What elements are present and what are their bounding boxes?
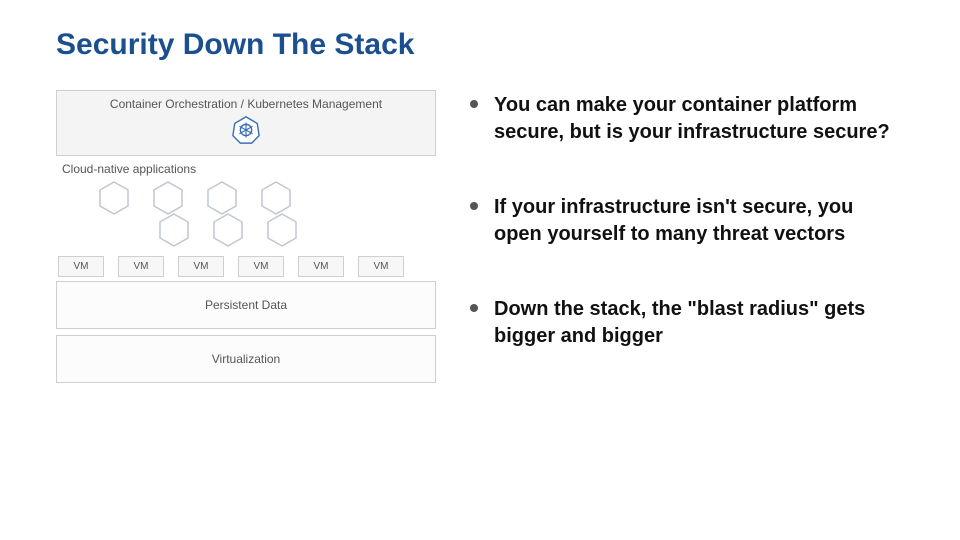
- vm-box: VM: [118, 256, 164, 277]
- persistent-data-layer: Persistent Data: [56, 281, 436, 329]
- vm-box: VM: [358, 256, 404, 277]
- cloud-native-label: Cloud-native applications: [62, 162, 436, 176]
- bullet-icon: [470, 304, 478, 312]
- orchestration-layer: Container Orchestration / Kubernetes Man…: [56, 90, 436, 156]
- vm-box: VM: [298, 256, 344, 277]
- kubernetes-icon: [231, 115, 261, 145]
- bullet-text: If your infrastructure isn't secure, you…: [494, 194, 904, 248]
- vm-box: VM: [238, 256, 284, 277]
- hexagon-icon: [264, 212, 300, 248]
- list-item: You can make your container platform sec…: [470, 92, 904, 146]
- slide-content: Container Orchestration / Kubernetes Man…: [56, 90, 904, 398]
- slide: Security Down The Stack Container Orches…: [0, 0, 960, 418]
- orchestration-label: Container Orchestration / Kubernetes Man…: [67, 97, 425, 111]
- virtualization-layer: Virtualization: [56, 335, 436, 383]
- bullet-list: You can make your container platform sec…: [470, 90, 904, 398]
- bullet-icon: [470, 100, 478, 108]
- hexagon-icon: [96, 180, 132, 216]
- hexagon-icon: [258, 180, 294, 216]
- hexagon-icon: [204, 180, 240, 216]
- slide-title: Security Down The Stack: [56, 28, 904, 62]
- bullet-text: Down the stack, the "blast radius" gets …: [494, 296, 904, 350]
- stack-diagram: Container Orchestration / Kubernetes Man…: [56, 90, 436, 398]
- hexagon-icon: [156, 212, 192, 248]
- list-item: Down the stack, the "blast radius" gets …: [470, 296, 904, 350]
- vm-row: VM VM VM VM VM VM: [56, 256, 436, 277]
- vm-box: VM: [178, 256, 224, 277]
- list-item: If your infrastructure isn't secure, you…: [470, 194, 904, 248]
- bullet-text: You can make your container platform sec…: [494, 92, 904, 146]
- bullet-icon: [470, 202, 478, 210]
- vm-box: VM: [58, 256, 104, 277]
- hex-row-top: [96, 180, 436, 216]
- hexagon-icon: [210, 212, 246, 248]
- hex-row-bottom: [156, 212, 436, 248]
- hexagon-icon: [150, 180, 186, 216]
